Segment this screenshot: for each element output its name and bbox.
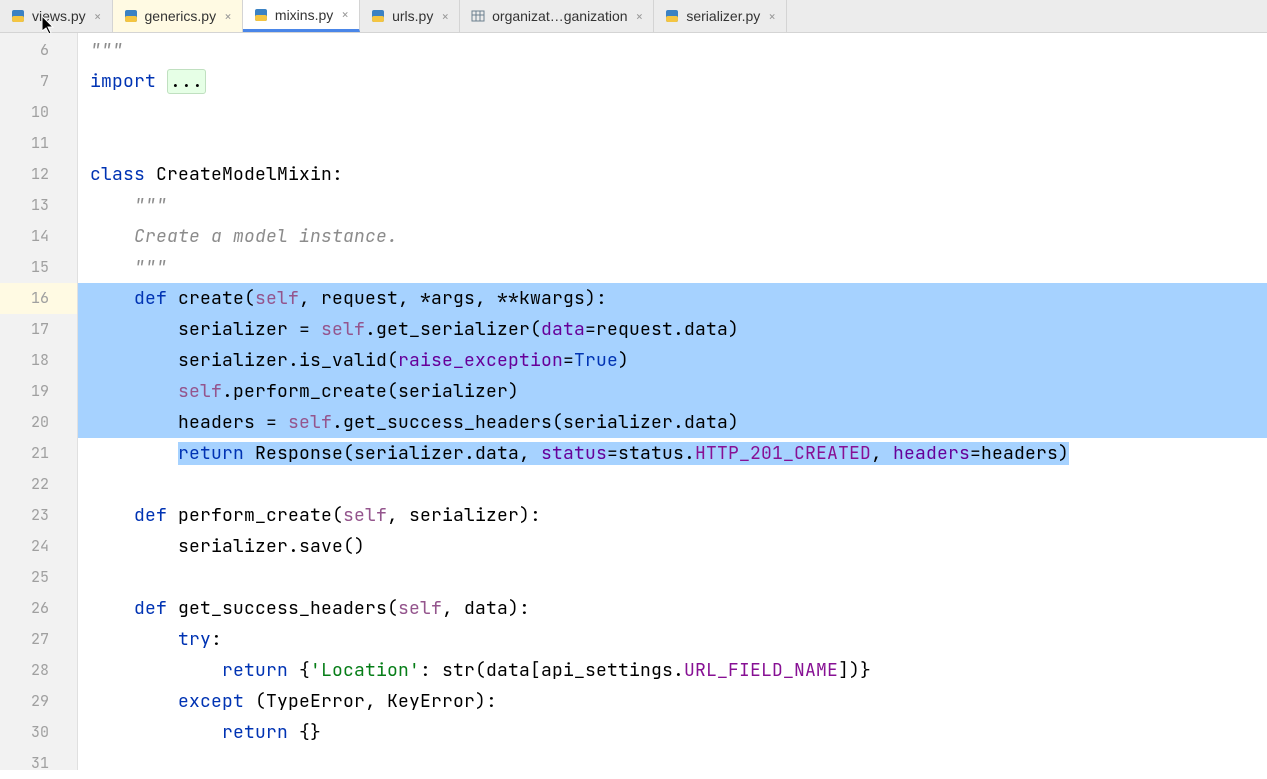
line-number: 31 bbox=[0, 748, 77, 779]
close-icon[interactable]: × bbox=[222, 8, 234, 25]
line-number: 11 bbox=[0, 128, 77, 159]
code-line: headers = self.get_success_headers(seria… bbox=[78, 407, 1267, 438]
tab-label: generics.py bbox=[145, 8, 217, 24]
code-line bbox=[78, 748, 1267, 779]
close-icon[interactable]: × bbox=[634, 8, 646, 25]
tab-label: serializer.py bbox=[686, 8, 760, 24]
line-number: 27 bbox=[0, 624, 77, 655]
line-number: 15 bbox=[0, 252, 77, 283]
close-icon[interactable]: × bbox=[766, 8, 778, 25]
tab-bar: views.py × generics.py × mixins.py × url… bbox=[0, 0, 1267, 33]
python-file-icon bbox=[123, 8, 139, 24]
table-icon bbox=[470, 8, 486, 24]
code-area[interactable]: """ import ... class CreateModelMixin: "… bbox=[78, 33, 1267, 770]
line-number: 10 bbox=[0, 97, 77, 128]
line-number: 23 bbox=[0, 500, 77, 531]
line-number: 14 bbox=[0, 221, 77, 252]
python-file-icon bbox=[664, 8, 680, 24]
tab-urls[interactable]: urls.py × bbox=[360, 0, 460, 32]
line-number: 20 bbox=[0, 407, 77, 438]
code-line: return Response(serializer.data, status=… bbox=[78, 438, 1267, 469]
line-number: 24 bbox=[0, 531, 77, 562]
code-line: def create(self, request, *args, **kwarg… bbox=[78, 283, 1267, 314]
code-line: def get_success_headers(self, data): bbox=[78, 593, 1267, 624]
code-line: serializer.is_valid(raise_exception=True… bbox=[78, 345, 1267, 376]
code-line: """ bbox=[78, 35, 1267, 66]
code-line: def perform_create(self, serializer): bbox=[78, 500, 1267, 531]
code-line bbox=[78, 128, 1267, 159]
code-line: return {'Location': str(data[api_setting… bbox=[78, 655, 1267, 686]
python-file-icon bbox=[10, 8, 26, 24]
gutter: 6 7 10 11 12 13 14 15 16 17 18 19 20 21 … bbox=[0, 33, 78, 770]
tab-organization[interactable]: organizat…ganization × bbox=[460, 0, 654, 32]
line-number: 26 bbox=[0, 593, 77, 624]
code-line: return {} bbox=[78, 717, 1267, 748]
line-number: 18 bbox=[0, 345, 77, 376]
line-number: 16 bbox=[0, 283, 77, 314]
close-icon[interactable]: × bbox=[439, 8, 451, 25]
code-line bbox=[78, 97, 1267, 128]
code-line bbox=[78, 562, 1267, 593]
line-number: 28 bbox=[0, 655, 77, 686]
code-line: try: bbox=[78, 624, 1267, 655]
line-number: 22 bbox=[0, 469, 77, 500]
code-line: except (TypeError, KeyError): bbox=[78, 686, 1267, 717]
code-line: """ bbox=[78, 252, 1267, 283]
tab-views[interactable]: views.py × bbox=[0, 0, 113, 32]
code-line: class CreateModelMixin: bbox=[78, 159, 1267, 190]
code-line: serializer = self.get_serializer(data=re… bbox=[78, 314, 1267, 345]
code-line: """ bbox=[78, 190, 1267, 221]
tab-mixins[interactable]: mixins.py × bbox=[243, 0, 360, 32]
tab-generics[interactable]: generics.py × bbox=[113, 0, 243, 32]
line-number: 29 bbox=[0, 686, 77, 717]
line-number: 13 bbox=[0, 190, 77, 221]
code-line bbox=[78, 469, 1267, 500]
fold-placeholder[interactable]: ... bbox=[167, 69, 206, 94]
line-number: 25 bbox=[0, 562, 77, 593]
code-line: Create a model instance. bbox=[78, 221, 1267, 252]
code-line: self.perform_create(serializer) bbox=[78, 376, 1267, 407]
code-line: import ... bbox=[78, 66, 1267, 97]
tab-serializer[interactable]: serializer.py × bbox=[654, 0, 787, 32]
python-file-icon bbox=[253, 7, 269, 23]
close-icon[interactable]: × bbox=[92, 8, 104, 25]
line-number: 21 bbox=[0, 438, 77, 469]
line-number: 7 bbox=[0, 66, 77, 97]
close-icon[interactable]: × bbox=[339, 6, 351, 23]
tab-label: mixins.py bbox=[275, 7, 333, 23]
line-number: 30 bbox=[0, 717, 77, 748]
python-file-icon bbox=[370, 8, 386, 24]
line-number: 12 bbox=[0, 159, 77, 190]
code-line: serializer.save() bbox=[78, 531, 1267, 562]
tab-label: views.py bbox=[32, 8, 86, 24]
line-number: 6 bbox=[0, 35, 77, 66]
line-number: 19 bbox=[0, 376, 77, 407]
editor[interactable]: 6 7 10 11 12 13 14 15 16 17 18 19 20 21 … bbox=[0, 33, 1267, 770]
tab-label: organizat…ganization bbox=[492, 8, 627, 24]
line-number: 17 bbox=[0, 314, 77, 345]
tab-label: urls.py bbox=[392, 8, 433, 24]
